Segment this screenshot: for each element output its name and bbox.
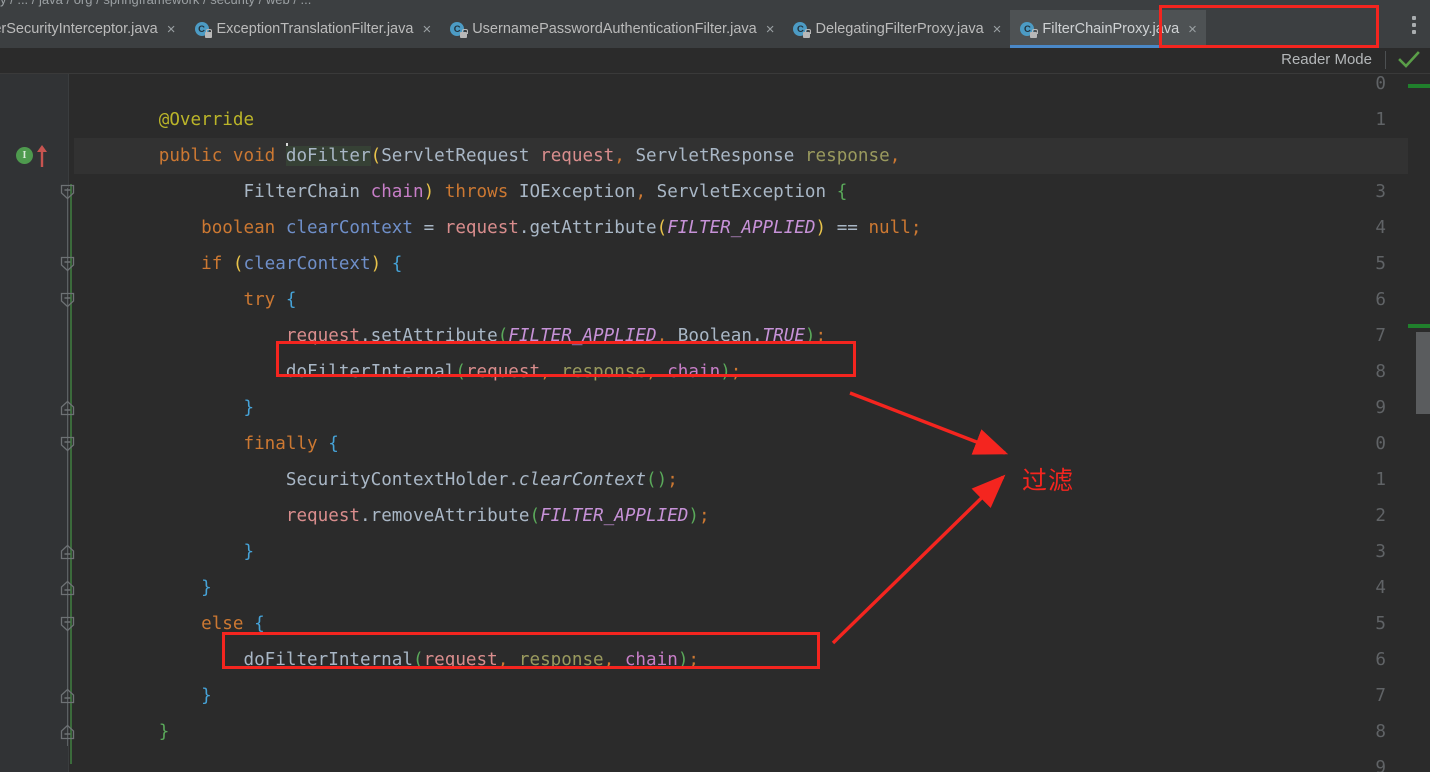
breadcrumb[interactable]: y / ... / java / org / springframework /… [0,0,1430,10]
fold-toggle-open[interactable] [60,616,75,632]
close-icon[interactable]: × [1188,22,1197,37]
editor-tab-label: UsernamePasswordAuthenticationFilter.jav… [472,21,757,37]
fold-toggle-open[interactable] [60,184,75,200]
code-line[interactable]: } [74,714,1408,750]
editor-tab-label: FilterSecurityInterceptor.java [0,21,158,37]
close-icon[interactable]: × [993,22,1002,37]
override-arrow-icon[interactable] [36,144,48,167]
code-line[interactable]: doFilterInternal(request, response, chai… [74,354,1408,390]
fold-toggle-close[interactable] [60,544,75,560]
code-line[interactable]: doFilterInternal(request, response, chai… [74,642,1408,678]
code-line-text: finally { [243,434,339,454]
code-line[interactable]: FilterChain chain) throws IOException, S… [74,174,1408,210]
editor-tab-bar[interactable]: CFilterSecurityInterceptor.java×CExcepti… [0,10,1430,48]
code-line-text: } [243,398,255,418]
code-line-text: request.removeAttribute(FILTER_APPLIED); [285,506,710,526]
editor-tab-2[interactable]: C UsernamePasswordAuthenticationFilter.ja… [440,10,783,48]
code-line[interactable]: if (clearContext) { [74,246,1408,282]
code-line-text: doFilterInternal(request, response, chai… [285,362,742,382]
vcs-marker-top [1408,84,1430,88]
code-line[interactable]: public void doFilter(ServletRequest requ… [74,138,1408,174]
code-line-text: public void doFilter(ServletRequest requ… [74,138,900,174]
vcs-marker-mid [1408,324,1430,328]
java-class-icon: C [1020,21,1038,38]
close-icon[interactable]: × [422,22,431,37]
editor-tab-0[interactable]: CFilterSecurityInterceptor.java× [0,10,185,48]
code-line[interactable]: @Override [74,102,1408,138]
editor-tab-label: DelegatingFilterProxy.java [815,21,984,37]
code-line-text: try { [243,290,297,310]
java-class-icon: C [793,21,811,38]
fold-toggle-close[interactable] [60,580,75,596]
code-line-text: } [201,578,212,598]
code-line[interactable]: } [74,678,1408,714]
fold-toggle-open[interactable] [60,292,75,308]
fold-toggle-close[interactable] [60,724,75,740]
code-line[interactable]: boolean clearContext = request.getAttrib… [74,210,1408,246]
code-line[interactable]: try { [74,282,1408,318]
code-editor[interactable]: I 01234567890123456789 @Override public … [0,74,1430,772]
editor-tab-label: FilterChainProxy.java [1042,21,1180,37]
code-line[interactable]: } [74,390,1408,426]
fold-toggle-open[interactable] [60,256,75,272]
code-line-text: @Override [158,110,255,130]
code-line[interactable]: SecurityContextHolder.clearContext(); [74,462,1408,498]
editor-tab-4[interactable]: C FilterChainProxy.java × [1010,10,1206,48]
code-content[interactable]: @Override public void doFilter(ServletRe… [74,74,1408,772]
more-options-icon[interactable] [1406,14,1422,36]
editor-vertical-scrollbar[interactable] [1408,74,1430,772]
code-line[interactable]: request.removeAttribute(FILTER_APPLIED); [74,498,1408,534]
java-class-icon: C [194,21,213,38]
code-line-text: doFilterInternal(request, response, chai… [243,650,699,670]
editor-tab-label: ExceptionTranslationFilter.java [216,21,414,37]
code-line[interactable] [74,750,1408,772]
breadcrumb-text: y / ... / java / org / springframework /… [0,0,311,9]
editor-tab-3[interactable]: C DelegatingFilterProxy.java × [783,10,1010,48]
close-icon[interactable]: × [167,22,176,37]
implements-marker-icon[interactable]: I [16,147,33,164]
code-line[interactable]: } [74,534,1408,570]
fold-toggle-open[interactable] [60,436,75,452]
editor-window: y / ... / java / org / springframework /… [0,0,1430,772]
fold-toggle-close[interactable] [60,400,75,416]
code-line-text: } [243,542,255,562]
code-line-text: boolean clearContext = request.getAttrib… [201,218,922,238]
code-line-text: SecurityContextHolder.clearContext(); [285,470,678,490]
scrollbar-thumb[interactable] [1416,332,1430,414]
code-line[interactable]: } [74,570,1408,606]
code-line-text: if (clearContext) { [201,254,403,274]
code-line-text: } [158,722,170,742]
java-class-icon: C [450,21,468,38]
code-line[interactable]: request.setAttribute(FILTER_APPLIED, Boo… [74,318,1408,354]
code-line[interactable]: else { [74,606,1408,642]
close-icon[interactable]: × [766,22,775,37]
label-guolv: 过滤 [1022,467,1075,495]
code-line[interactable] [74,66,1408,102]
fold-toggle-close[interactable] [60,688,75,704]
editor-tab-1[interactable]: C ExceptionTranslationFilter.java × [185,10,441,48]
code-line-text: else { [201,614,265,634]
code-line-text: FilterChain chain) throws IOException, S… [243,182,848,202]
code-line[interactable]: finally { [74,426,1408,462]
code-line-text: request.setAttribute(FILTER_APPLIED, Boo… [285,326,827,346]
code-line-text: } [201,686,212,706]
